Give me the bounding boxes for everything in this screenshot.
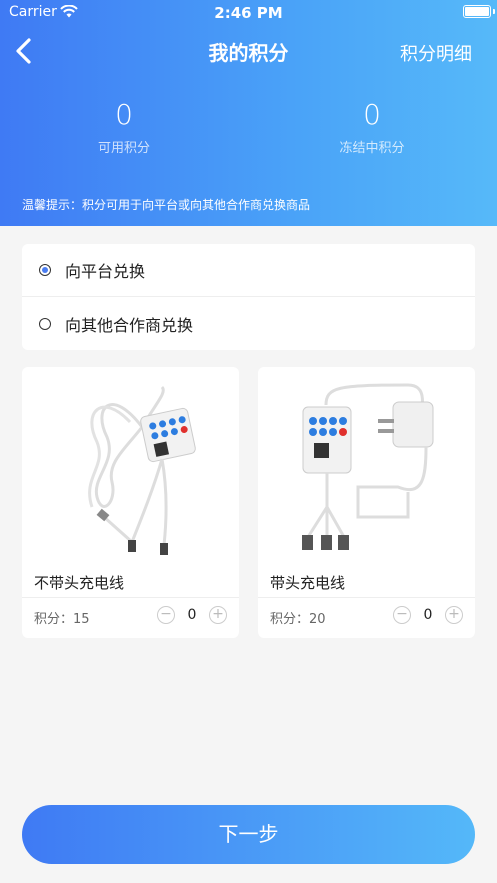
option-platform[interactable]: 向平台兑换 xyxy=(22,244,475,297)
clock: 2:46 PM xyxy=(214,4,283,22)
available-points: 0 可用积分 xyxy=(24,98,224,156)
exchange-options: 向平台兑换 向其他合作商兑换 xyxy=(22,244,475,350)
plus-icon[interactable]: + xyxy=(445,606,463,624)
quantity-stepper: − 0 + xyxy=(157,606,227,624)
frozen-points: 0 冻结中积分 xyxy=(272,98,472,156)
option-platform-label: 向平台兑换 xyxy=(65,262,146,281)
available-points-label: 可用积分 xyxy=(97,141,150,156)
product-card[interactable]: 带头充电线 积分：20 − 0 + xyxy=(258,367,475,638)
status-bar: Carrier 2:46 PM xyxy=(0,0,497,24)
product-card[interactable]: 不带头充电线 积分：15 − 0 + xyxy=(22,367,239,638)
radio-unselected-icon[interactable] xyxy=(39,317,51,330)
header: Carrier 2:46 PM 我的积分 积分明细 0 可用积分 0 冻结中积分… xyxy=(0,0,497,226)
divider xyxy=(258,597,475,598)
frozen-points-value: 0 xyxy=(363,98,381,131)
product-name: 不带头充电线 xyxy=(34,574,125,592)
quantity-stepper: − 0 + xyxy=(393,606,463,624)
quantity-value: 0 xyxy=(187,607,197,623)
radio-selected-icon[interactable] xyxy=(39,264,51,276)
battery-icon xyxy=(463,5,495,18)
minus-icon[interactable]: − xyxy=(157,606,175,624)
cable-without-adapter-image xyxy=(88,385,196,555)
frozen-points-label: 冻结中积分 xyxy=(339,141,405,156)
option-partner[interactable]: 向其他合作商兑换 xyxy=(22,297,475,350)
cable-with-adapter-image xyxy=(302,383,434,550)
points-detail-link[interactable]: 积分明细 xyxy=(400,40,472,66)
next-step-button[interactable]: 下一步 xyxy=(22,805,475,864)
option-partner-label: 向其他合作商兑换 xyxy=(65,315,194,335)
available-points-value: 0 xyxy=(115,98,133,131)
product-name: 带头充电线 xyxy=(270,574,346,592)
product-points: 积分：20 xyxy=(270,612,326,627)
plus-icon[interactable]: + xyxy=(209,606,227,624)
tip-text: 温馨提示：积分可用于向平台或向其他合作商兑换商品 xyxy=(22,198,311,212)
divider xyxy=(22,597,239,598)
quantity-value: 0 xyxy=(423,607,433,623)
product-points: 积分：15 xyxy=(34,612,90,627)
minus-icon[interactable]: − xyxy=(393,606,411,624)
